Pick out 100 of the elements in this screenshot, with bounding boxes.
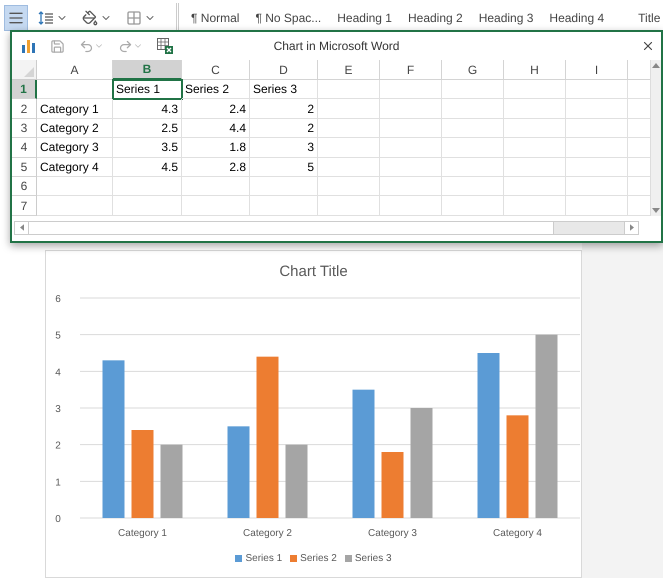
style-option[interactable]: Heading 4 xyxy=(541,9,612,27)
table-cell[interactable]: Series 3 xyxy=(250,80,318,100)
table-cell[interactable]: 5 xyxy=(250,158,318,177)
close-icon[interactable] xyxy=(641,39,655,53)
horizontal-scrollbar[interactable] xyxy=(14,220,639,235)
table-cell[interactable] xyxy=(380,196,442,216)
table-cell[interactable] xyxy=(380,118,442,138)
table-cell[interactable]: Category 2 xyxy=(37,118,113,138)
row-header[interactable]: 3 xyxy=(12,118,37,138)
table-cell[interactable] xyxy=(566,99,628,119)
row-header[interactable]: 2 xyxy=(12,99,37,119)
table-cell[interactable] xyxy=(442,158,504,177)
save-icon[interactable] xyxy=(50,38,65,54)
chart-title: Chart Title xyxy=(279,262,348,282)
table-cell[interactable] xyxy=(380,138,442,158)
table-cell[interactable]: Series 1 xyxy=(113,80,182,100)
table-cell[interactable] xyxy=(566,138,628,158)
table-cell[interactable] xyxy=(566,196,628,216)
table-cell[interactable] xyxy=(504,80,566,100)
table-cell[interactable] xyxy=(380,176,442,196)
table-cell[interactable] xyxy=(318,118,380,138)
table-cell[interactable] xyxy=(318,176,380,196)
axis-tick-label: 5 xyxy=(55,330,61,342)
style-option[interactable]: Heading 3 xyxy=(470,9,542,27)
column-header[interactable]: A xyxy=(37,60,113,80)
spreadsheet-icon[interactable] xyxy=(157,38,173,54)
table-cell[interactable] xyxy=(380,99,442,119)
table-cell[interactable] xyxy=(380,158,442,177)
column-header[interactable]: C xyxy=(182,60,250,80)
column-header[interactable]: H xyxy=(504,60,566,80)
table-cell[interactable] xyxy=(504,196,566,216)
table-cell[interactable]: Category 3 xyxy=(37,138,113,158)
table-cell[interactable]: Category 4 xyxy=(37,158,113,177)
table-cell[interactable] xyxy=(182,196,250,216)
table-cell[interactable] xyxy=(250,176,318,196)
undo-icon[interactable] xyxy=(79,38,94,54)
table-cell[interactable] xyxy=(250,196,318,216)
style-option[interactable]: Heading 2 xyxy=(400,9,471,27)
column-header[interactable]: F xyxy=(380,60,442,80)
table-cell[interactable] xyxy=(442,99,504,119)
row-header[interactable]: 1 xyxy=(12,80,37,100)
row-header[interactable]: 5 xyxy=(12,158,37,177)
table-cell[interactable]: 2 xyxy=(250,99,318,119)
row-header[interactable]: 7 xyxy=(12,196,37,216)
table-cell[interactable] xyxy=(113,176,182,196)
row-header[interactable]: 6 xyxy=(12,176,37,196)
table-cell[interactable] xyxy=(566,80,628,100)
category-label: Category 1 xyxy=(118,528,167,539)
table-cell[interactable] xyxy=(504,99,566,119)
table-cell[interactable]: Series 2 xyxy=(182,80,250,100)
table-cell[interactable] xyxy=(504,176,566,196)
table-cell[interactable]: Category 1 xyxy=(37,99,113,119)
column-header[interactable]: G xyxy=(442,60,504,80)
table-cell[interactable] xyxy=(504,118,566,138)
table-cell[interactable]: 1.8 xyxy=(182,138,250,158)
bar-chart-icon[interactable] xyxy=(22,39,36,53)
table-cell[interactable] xyxy=(442,176,504,196)
table-cell[interactable] xyxy=(182,176,250,196)
table-cell[interactable] xyxy=(37,196,113,216)
table-cell[interactable]: 4.3 xyxy=(113,99,182,119)
table-cell[interactable] xyxy=(504,158,566,177)
table-cell[interactable]: 3 xyxy=(250,138,318,158)
redo-icon[interactable] xyxy=(118,38,133,54)
style-option[interactable]: Heading 1 xyxy=(329,9,400,27)
table-cell[interactable]: 2.8 xyxy=(182,158,250,177)
column-header[interactable]: I xyxy=(566,60,628,80)
table-cell[interactable] xyxy=(566,176,628,196)
table-cell[interactable] xyxy=(442,138,504,158)
style-option[interactable]: Title xyxy=(612,9,660,27)
table-cell[interactable] xyxy=(504,138,566,158)
table-cell[interactable] xyxy=(442,196,504,216)
style-option[interactable]: ¶ Normal xyxy=(183,9,248,27)
table-cell[interactable] xyxy=(318,80,380,100)
table-cell[interactable] xyxy=(566,118,628,138)
table-cell[interactable] xyxy=(318,138,380,158)
table-cell[interactable]: 4.4 xyxy=(182,118,250,138)
table-cell[interactable] xyxy=(318,99,380,119)
table-cell[interactable] xyxy=(380,80,442,100)
table-cell[interactable] xyxy=(37,176,113,196)
paragraph-button[interactable] xyxy=(4,5,28,31)
table-cell[interactable] xyxy=(318,158,380,177)
table-cell[interactable]: 3.5 xyxy=(113,138,182,158)
table-cell[interactable] xyxy=(442,80,504,100)
table-cell[interactable]: 2.5 xyxy=(113,118,182,138)
vertical-scrollbar[interactable] xyxy=(650,60,661,216)
table-cell[interactable] xyxy=(442,118,504,138)
table-cell[interactable]: 2.4 xyxy=(182,99,250,119)
column-header[interactable]: B xyxy=(113,60,182,80)
legend-label: Series 1 xyxy=(245,552,282,566)
column-header[interactable]: E xyxy=(318,60,380,80)
table-cell[interactable]: 2 xyxy=(250,118,318,138)
style-option[interactable]: ¶ No Spac... xyxy=(247,9,330,27)
category-label: Category 4 xyxy=(493,528,542,539)
table-cell[interactable] xyxy=(566,158,628,177)
table-cell[interactable] xyxy=(318,196,380,216)
table-cell[interactable] xyxy=(113,196,182,216)
select-all-corner[interactable] xyxy=(12,60,37,80)
table-cell[interactable]: 4.5 xyxy=(113,158,182,177)
column-header[interactable]: D xyxy=(250,60,318,80)
row-header[interactable]: 4 xyxy=(12,138,37,158)
